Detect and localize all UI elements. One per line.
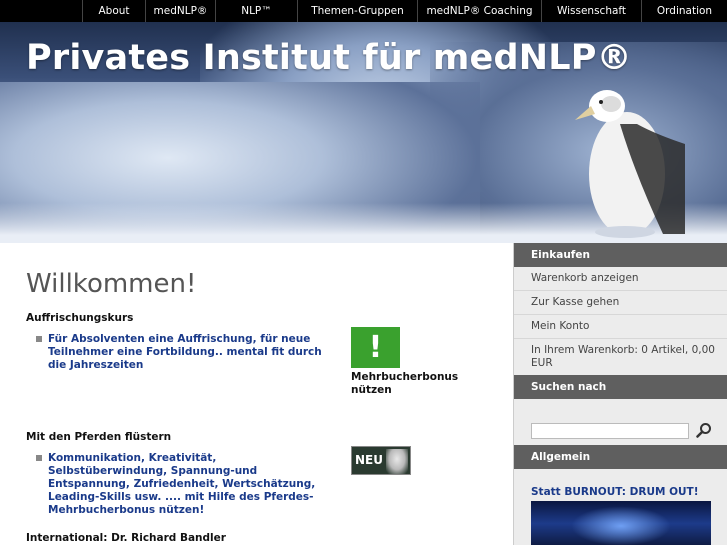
- section-title-bandler: International: Dr. Richard Bandler: [26, 532, 226, 544]
- news-link-text: Kommunikation, Kreativität, Selbstüberwi…: [48, 452, 316, 516]
- drum-out-image[interactable]: [531, 501, 711, 545]
- sidebar: Einkaufen Warenkorb anzeigen Zur Kasse g…: [513, 243, 727, 545]
- horse-icon: [386, 449, 408, 474]
- site-title: Privates Institut für medNLP®: [26, 38, 632, 78]
- promo-caption: Mehrbucherbonus nützen: [351, 371, 459, 396]
- nav-item-mednlp-coaching[interactable]: medNLP® Coaching: [417, 0, 541, 22]
- new-badge-image[interactable]: NEU: [351, 446, 411, 475]
- albatross-image: [575, 90, 685, 238]
- bullet-icon: [36, 455, 42, 461]
- sidebar-heading-suchen: Suchen nach: [514, 375, 727, 399]
- nav-item-wissenschaft[interactable]: Wissenschaft: [541, 0, 641, 22]
- nav-item-nlp[interactable]: NLP™: [215, 0, 297, 22]
- nav-item-ordination[interactable]: Ordination: [641, 0, 727, 22]
- feature-title-drum-out[interactable]: Statt BURNOUT: DRUM OUT!: [514, 486, 727, 501]
- nav-item-about[interactable]: About: [82, 0, 145, 22]
- header-banner: Privates Institut für medNLP®: [0, 22, 727, 243]
- nav-menu: About medNLP® NLP™ Themen-Gruppen medNLP…: [82, 0, 727, 22]
- news-link-pferden[interactable]: Kommunikation, Kreativität, Selbstüberwi…: [36, 452, 331, 517]
- cart-summary: In Ihrem Warenkorb: 0 Artikel, 0,00 EUR: [531, 344, 715, 369]
- sidebar-link-cart[interactable]: Warenkorb anzeigen: [514, 267, 727, 291]
- bonus-promo[interactable]: ! Mehrbucherbonus nützen: [351, 327, 461, 397]
- news-link-auffrischungskurs[interactable]: Für Absolventen eine Auffrischung, für n…: [36, 333, 331, 372]
- news-link-text: Für Absolventen eine Auffrischung, für n…: [48, 333, 322, 371]
- search-box: [514, 399, 727, 445]
- nav-item-themen-gruppen[interactable]: Themen-Gruppen: [297, 0, 417, 22]
- sidebar-link-checkout[interactable]: Zur Kasse gehen: [514, 291, 727, 315]
- main-content: Willkommen! Auffrischungskurs Für Absolv…: [0, 243, 513, 545]
- section-title-pferden: Mit den Pferden flüstern: [26, 431, 172, 443]
- bullet-icon: [36, 336, 42, 342]
- magnifier-icon[interactable]: [696, 422, 712, 438]
- nav-item-mednlp[interactable]: medNLP®: [145, 0, 215, 22]
- stage-light-glow: [571, 506, 671, 545]
- sidebar-link-account[interactable]: Mein Konto: [514, 315, 727, 339]
- search-input[interactable]: [531, 423, 689, 439]
- sidebar-heading-einkaufen: Einkaufen: [514, 243, 727, 267]
- exclamation-icon: !: [351, 327, 400, 368]
- top-navigation: About medNLP® NLP™ Themen-Gruppen medNLP…: [0, 0, 727, 22]
- sidebar-heading-allgemein: Allgemein: [514, 445, 727, 469]
- section-title-auffrischungskurs: Auffrischungskurs: [26, 312, 134, 324]
- new-badge-label: NEU: [355, 453, 383, 467]
- page-title: Willkommen!: [26, 269, 197, 299]
